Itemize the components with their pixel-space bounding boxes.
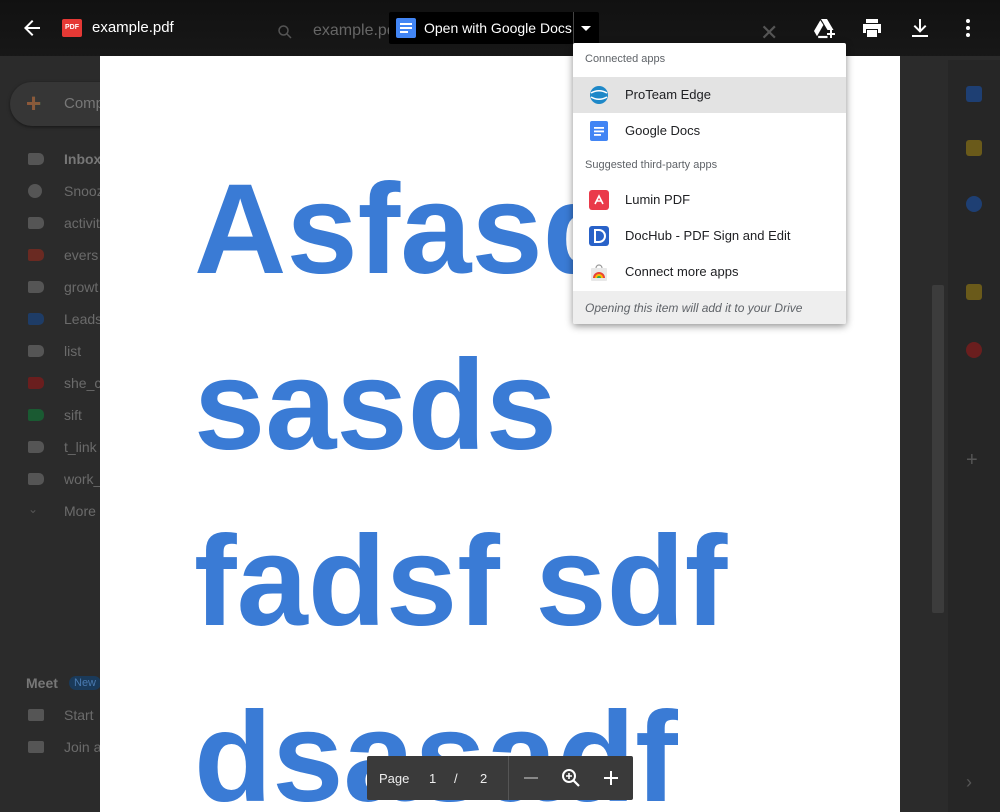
viewer-top-bar: PDF example.pdf example.pd ✕ Open with G… <box>0 0 1000 56</box>
pdf-file-icon: PDF <box>62 19 82 37</box>
menu-item-connect-more-apps[interactable]: Connect more apps <box>573 254 846 290</box>
dochub-icon <box>589 226 609 246</box>
add-icon: + <box>966 449 978 471</box>
label-icon <box>28 409 44 421</box>
menu-item-proteam-edge[interactable]: ProTeam Edge <box>573 77 846 113</box>
menu-footer-note: Opening this item will add it to your Dr… <box>573 291 846 324</box>
chevron-right-icon: › <box>966 772 972 792</box>
keep-icon <box>966 140 982 156</box>
label-icon <box>28 377 44 389</box>
caret-down-icon <box>581 26 591 31</box>
page-controls: Page 1 / 2 <box>367 756 633 800</box>
open-with-menu: Connected apps ProTeam Edge Google Docs … <box>573 43 846 324</box>
background-scrollbar <box>932 285 944 613</box>
plus-icon <box>604 771 618 785</box>
zoom-reset-button[interactable] <box>559 766 583 790</box>
google-docs-icon <box>396 18 416 38</box>
compose-plus-icon: + <box>26 88 42 118</box>
menu-item-google-docs[interactable]: Google Docs <box>573 113 846 149</box>
label-icon <box>28 313 44 325</box>
label-icon <box>28 249 44 261</box>
compose-label: Comp <box>64 95 105 112</box>
pdf-text-line: sasds <box>194 334 557 477</box>
zoom-in-button[interactable] <box>599 766 623 790</box>
right-side-panel: + › <box>948 60 1000 812</box>
current-page-input[interactable]: 1 <box>429 771 436 786</box>
menu-item-lumin-pdf[interactable]: Lumin PDF <box>573 182 846 218</box>
zoom-out-button[interactable] <box>519 766 543 790</box>
back-button[interactable] <box>20 16 44 40</box>
label-icon <box>28 345 44 357</box>
page-label: Page <box>379 771 410 786</box>
calendar-icon <box>966 86 982 102</box>
search-icon <box>278 25 292 39</box>
label-icon <box>28 217 44 229</box>
arrow-left-icon <box>24 20 40 36</box>
marketplace-icon <box>591 264 607 281</box>
label-icon <box>28 281 44 293</box>
zoom-icon <box>562 769 580 787</box>
drive-add-icon <box>814 19 835 39</box>
meet-new-badge: New <box>69 676 102 690</box>
inbox-icon <box>28 153 44 165</box>
download-icon <box>912 19 928 37</box>
clock-icon <box>28 184 42 198</box>
asana-icon <box>966 342 982 358</box>
meet-title: Meet <box>26 675 58 691</box>
background-search-text: example.pd <box>313 22 396 39</box>
chevron-down-icon: ⌄ <box>28 502 39 516</box>
print-button[interactable] <box>860 16 884 40</box>
more-options-button[interactable] <box>956 16 980 40</box>
keyboard-icon <box>28 741 44 753</box>
file-title: example.pdf <box>92 19 174 36</box>
video-icon <box>28 709 44 721</box>
menu-item-dochub[interactable]: DocHub - PDF Sign and Edit <box>573 218 846 254</box>
open-with-dropdown-toggle[interactable] <box>573 12 599 44</box>
label-icon <box>28 473 44 485</box>
divider <box>508 756 509 800</box>
minus-icon <box>524 777 538 779</box>
open-with-label: Open with Google Docs <box>424 20 572 36</box>
suggested-apps-header: Suggested third-party apps <box>585 159 718 171</box>
print-icon <box>863 19 881 37</box>
connected-apps-header: Connected apps <box>585 53 666 65</box>
add-to-drive-button[interactable] <box>812 16 836 40</box>
google-docs-icon <box>590 121 608 141</box>
label-icon <box>28 441 44 453</box>
pdf-text-line: Asfasd <box>194 158 621 301</box>
download-button[interactable] <box>908 16 932 40</box>
lumin-pdf-icon <box>589 190 609 210</box>
pdf-text-line: fadsf sdf <box>194 510 728 653</box>
total-pages: 2 <box>480 771 488 786</box>
more-vert-icon <box>966 19 970 37</box>
open-with-button[interactable]: Open with Google Docs <box>389 12 599 44</box>
tasks-icon <box>966 196 982 212</box>
page-separator: / <box>454 771 458 786</box>
proteam-edge-icon <box>590 86 608 104</box>
addon-icon <box>966 284 982 300</box>
